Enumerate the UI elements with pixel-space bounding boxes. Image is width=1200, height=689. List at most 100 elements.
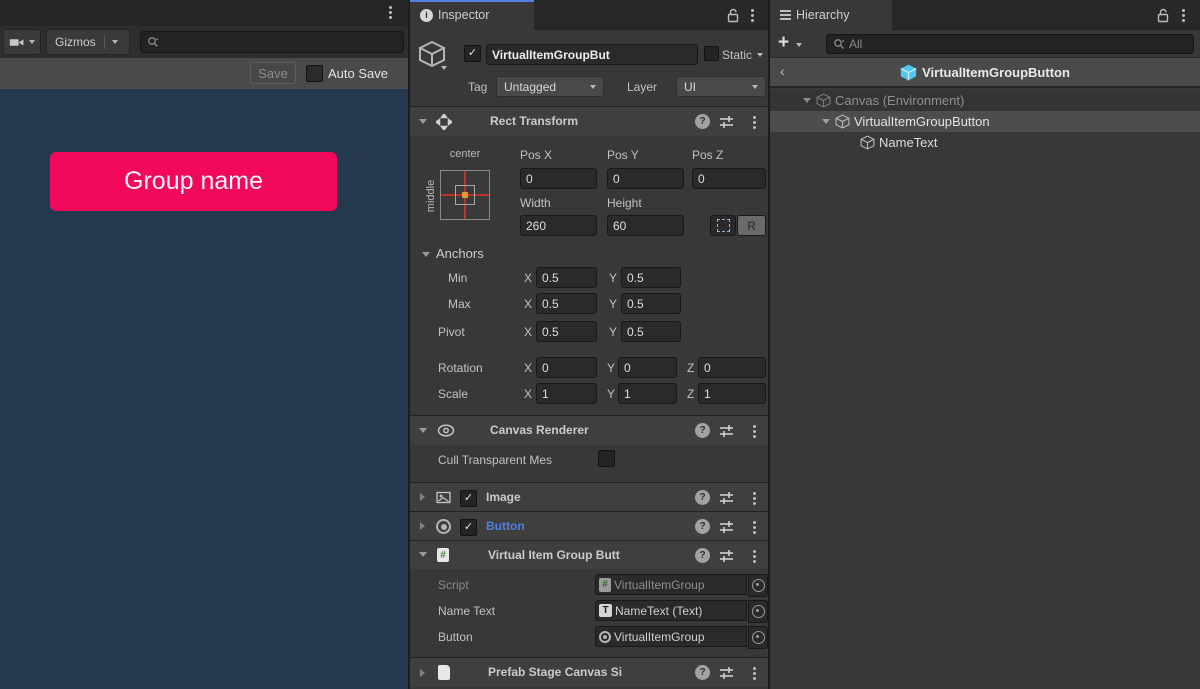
presets-icon[interactable] [719,520,734,533]
scene-camera-dropdown[interactable] [3,29,41,55]
kebab-menu-icon[interactable] [753,425,756,438]
tab-inspector[interactable]: i Inspector [410,0,534,30]
help-icon[interactable]: ? [695,665,710,680]
presets-icon[interactable] [719,549,734,562]
pivot-x-field[interactable]: 0.5 [536,321,597,342]
gameobject-cube-icon[interactable] [418,40,446,68]
button-object-field[interactable]: VirtualItemGroup [595,626,747,647]
raw-edit-mode-button[interactable]: R [737,215,766,236]
anchors-max-x-field[interactable]: 0.5 [536,293,597,314]
canvas-renderer-header[interactable]: Canvas Renderer ? [410,415,768,445]
name-text-object-field[interactable]: T NameText (Text) [595,600,747,621]
tree-row-canvas-environment[interactable]: Canvas (Environment) [770,90,1200,111]
anchors-foldout-icon[interactable] [422,252,430,257]
help-icon[interactable]: ? [695,519,710,534]
foldout-open-icon[interactable] [419,428,427,433]
scale-x-field[interactable]: 1 [536,383,597,404]
pos-z-field[interactable]: 0 [692,168,766,189]
name-text-object-picker[interactable] [748,600,768,623]
kebab-menu-icon[interactable] [753,550,756,563]
pos-x-value: 0 [526,172,533,186]
document-icon [438,665,450,680]
tab-hierarchy[interactable]: Hierarchy [770,0,892,30]
lock-icon[interactable] [1156,8,1170,23]
tree-row-name-text[interactable]: NameText [770,132,1200,153]
axis-x-label: X [524,361,532,375]
rotation-z-field[interactable]: 0 [698,357,766,378]
help-icon[interactable]: ? [695,548,710,563]
script-object-picker[interactable] [748,574,768,597]
image-component-header[interactable]: ✓ Image ? [410,482,768,511]
foldout-closed-icon[interactable] [420,493,425,501]
gameobject-name-field[interactable]: VirtualItemGroupBut [486,44,698,65]
create-plus-icon[interactable]: + [778,32,789,54]
presets-icon[interactable] [719,424,734,437]
button-component-header[interactable]: ✓ Button ? [410,511,768,540]
pos-x-field[interactable]: 0 [520,168,597,189]
inspector-kebab-menu-icon[interactable] [751,9,754,22]
help-icon[interactable]: ? [695,423,710,438]
foldout-open-icon[interactable] [419,119,427,124]
static-dropdown-icon[interactable] [757,53,763,57]
static-checkbox[interactable] [704,46,719,61]
blueprint-mode-button[interactable] [710,215,736,236]
width-label: Width [520,196,551,210]
kebab-menu-icon[interactable] [753,521,756,534]
axis-y-label: Y [609,325,617,339]
button-object-picker[interactable] [748,626,768,649]
rect-transform-header[interactable]: Rect Transform ? [410,106,768,136]
anchors-min-y-field[interactable]: 0.5 [621,267,681,288]
scene-search-input[interactable] [140,31,404,53]
image-enabled-checkbox[interactable]: ✓ [460,490,477,507]
height-field[interactable]: 60 [607,215,684,236]
kebab-menu-icon[interactable] [753,667,756,680]
scale-label: Scale [438,387,468,401]
gameobject-icon-dropdown[interactable] [441,66,447,70]
prefab-root-name[interactable]: VirtualItemGroupButton [922,65,1070,80]
width-field[interactable]: 260 [520,215,597,236]
pivot-y-field[interactable]: 0.5 [621,321,681,342]
anchors-min-x-field[interactable]: 0.5 [536,267,597,288]
help-icon[interactable]: ? [695,114,710,129]
tree-row-virtual-item-group-button[interactable]: VirtualItemGroupButton [770,111,1200,132]
button-enabled-checkbox[interactable]: ✓ [460,519,477,536]
foldout-open-icon[interactable] [803,98,811,103]
pos-y-field[interactable]: 0 [607,168,684,189]
virtual-item-group-button-preview[interactable]: Group name [50,152,337,211]
gizmos-dropdown[interactable]: Gizmos [46,29,130,55]
anchors-max-y-field[interactable]: 0.5 [621,293,681,314]
presets-icon[interactable] [719,666,734,679]
foldout-open-icon[interactable] [822,119,830,124]
rotation-y-field[interactable]: 0 [618,357,677,378]
save-button[interactable]: Save [250,62,296,84]
hierarchy-search-input[interactable]: All [826,34,1194,54]
layer-dropdown[interactable]: UI [676,76,766,97]
help-icon[interactable]: ? [695,490,710,505]
cull-transparent-mesh-label: Cull Transparent Mes [438,453,552,467]
create-dropdown-icon[interactable] [796,43,802,47]
lock-icon[interactable] [726,8,740,23]
auto-save-checkbox[interactable] [306,65,323,82]
anchors-min-x-value: 0.5 [542,271,559,285]
anchor-preset-widget[interactable] [440,170,490,220]
presets-icon[interactable] [719,115,734,128]
kebab-menu-icon[interactable] [753,492,756,505]
presets-icon[interactable] [719,491,734,504]
scale-z-field[interactable]: 1 [698,383,766,404]
scene-canvas[interactable]: Group name [0,89,408,689]
foldout-open-icon[interactable] [419,552,427,557]
gameobject-active-checkbox[interactable]: ✓ [464,45,481,62]
foldout-closed-icon[interactable] [420,522,425,530]
tag-dropdown[interactable]: Untagged [496,76,604,97]
scale-y-field[interactable]: 1 [618,383,677,404]
virtual-item-group-button-header[interactable]: # Virtual Item Group Butt ? [410,540,768,569]
back-chevron-icon[interactable]: ‹ [780,63,785,79]
rotation-x-field[interactable]: 0 [536,357,597,378]
scene-kebab-menu-icon[interactable] [389,6,392,19]
cull-transparent-mesh-checkbox[interactable] [598,450,615,467]
hierarchy-kebab-menu-icon[interactable] [1182,9,1185,22]
kebab-menu-icon[interactable] [753,116,756,129]
prefab-stage-canvas-header[interactable]: Prefab Stage Canvas Si ? [410,657,768,687]
script-object-field[interactable]: # VirtualItemGroup [595,574,747,595]
foldout-closed-icon[interactable] [420,669,425,677]
